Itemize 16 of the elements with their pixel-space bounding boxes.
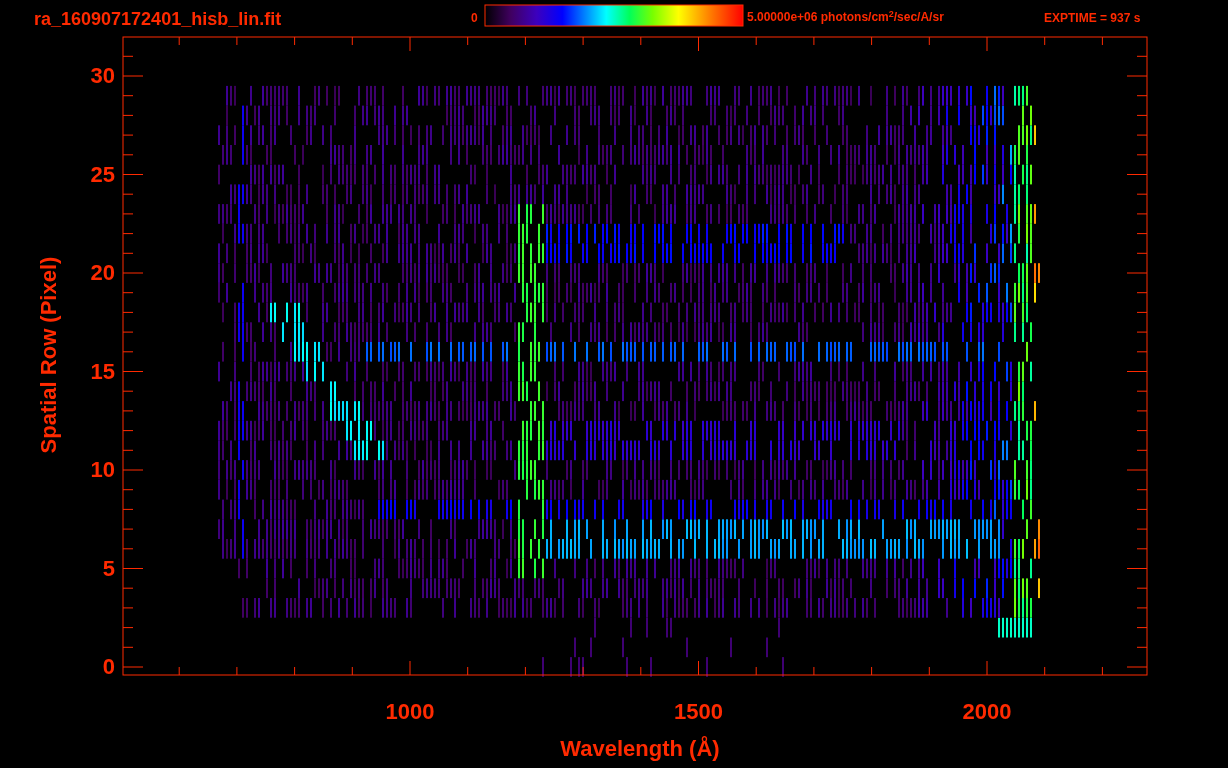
y-tick-label: 30 <box>89 63 115 89</box>
x-tick-label: 1500 <box>673 699 724 725</box>
x-tick-label: 1000 <box>384 699 436 725</box>
colorbar-min-label: 0 <box>471 11 478 26</box>
y-tick-label: 0 <box>101 654 115 680</box>
y-tick-label: 25 <box>89 161 115 188</box>
y-tick-label: 15 <box>89 358 115 385</box>
y-tick-label: 5 <box>101 555 115 582</box>
y-axis-label: Spatial Row (Pixel) <box>36 255 62 456</box>
x-tick-label: 2000 <box>961 699 1013 725</box>
y-tick-label: 20 <box>89 260 115 286</box>
exposure-time: EXPTIME = 937 s <box>1044 11 1141 26</box>
y-tick-label: 10 <box>89 457 115 483</box>
x-axis-label: Wavelength (Å) <box>559 736 721 762</box>
colorbar-max-label: 5.00000e+06 photons/cm$^{2}$/sec/A/sr <box>747 9 944 26</box>
window-title: ra_160907172401_hisb_lin.fit <box>34 8 282 30</box>
